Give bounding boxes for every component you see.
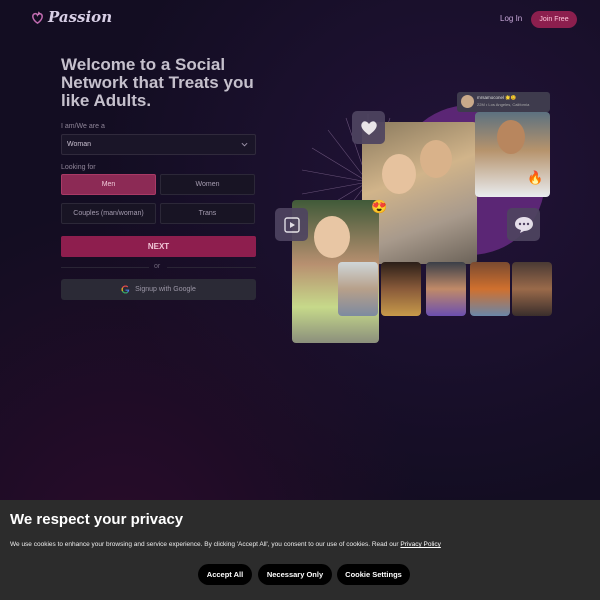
chevron-down-icon [241, 142, 248, 147]
heart-eyes-emoji: 😍 [371, 199, 388, 214]
google-signup-label: Signup with Google [135, 286, 196, 293]
brand-name: Passion [48, 8, 113, 26]
photo-thumb-1[interactable] [338, 262, 378, 316]
heart-tile [352, 111, 385, 144]
profile-location: 22M • Los Angeles, California [477, 102, 530, 107]
chat-bubble-icon [514, 216, 533, 233]
join-free-button[interactable]: Join Free [531, 11, 577, 28]
avatar [461, 95, 474, 108]
photo-thumb-5[interactable] [512, 262, 552, 316]
photo-thumb-3[interactable] [426, 262, 466, 316]
fire-emoji: 🔥 [527, 170, 544, 185]
video-tile [275, 208, 308, 241]
profile-name: mrsamoconel 🌟😊 [477, 95, 517, 100]
login-link[interactable]: Log In [500, 14, 522, 23]
option-women[interactable]: Women [160, 174, 255, 195]
heart-icon [360, 120, 377, 135]
photo-face [382, 154, 416, 194]
iam-label: I am/We are a [61, 123, 105, 130]
necessary-only-button[interactable]: Necessary Only [258, 564, 332, 585]
gender-select-value: Woman [67, 141, 91, 148]
or-label: or [154, 263, 161, 270]
landing-page: Passion Log In Join Free Welcome to a So… [0, 0, 600, 600]
next-button[interactable]: NEXT [61, 236, 256, 257]
google-icon [121, 285, 130, 294]
accept-all-button[interactable]: Accept All [198, 564, 252, 585]
photo-thumb-4[interactable] [470, 262, 510, 316]
option-men[interactable]: Men [61, 174, 156, 195]
page-headline: Welcome to a Social Network that Treats … [61, 55, 254, 110]
photo-thumb-2[interactable] [381, 262, 421, 316]
gender-select[interactable]: Woman [61, 134, 256, 155]
cookie-settings-button[interactable]: Cookie Settings [337, 564, 410, 585]
google-signup-button[interactable]: Signup with Google [61, 279, 256, 300]
privacy-policy-link[interactable]: Privacy Policy [400, 541, 440, 548]
option-couples[interactable]: Couples (man/woman) [61, 203, 156, 224]
looking-for-label: Looking for [61, 164, 96, 171]
flame-heart-icon [32, 10, 43, 24]
cookie-title: We respect your privacy [10, 511, 184, 528]
photo-face [497, 120, 525, 154]
divider-left [61, 267, 149, 268]
brand-logo[interactable]: Passion [30, 8, 112, 26]
cookie-text: We use cookies to enhance your browsing … [10, 541, 401, 548]
cookie-banner: We respect your privacy We use cookies t… [0, 500, 600, 600]
profile-card[interactable]: mrsamoconel 🌟😊 22M • Los Angeles, Califo… [457, 92, 550, 112]
cookie-description: We use cookies to enhance your browsing … [10, 541, 441, 548]
video-icon [283, 216, 300, 233]
chat-tile [507, 208, 540, 241]
photo-face [420, 140, 452, 178]
option-trans[interactable]: Trans [160, 203, 255, 224]
photo-face [314, 216, 350, 258]
divider-right [167, 267, 256, 268]
